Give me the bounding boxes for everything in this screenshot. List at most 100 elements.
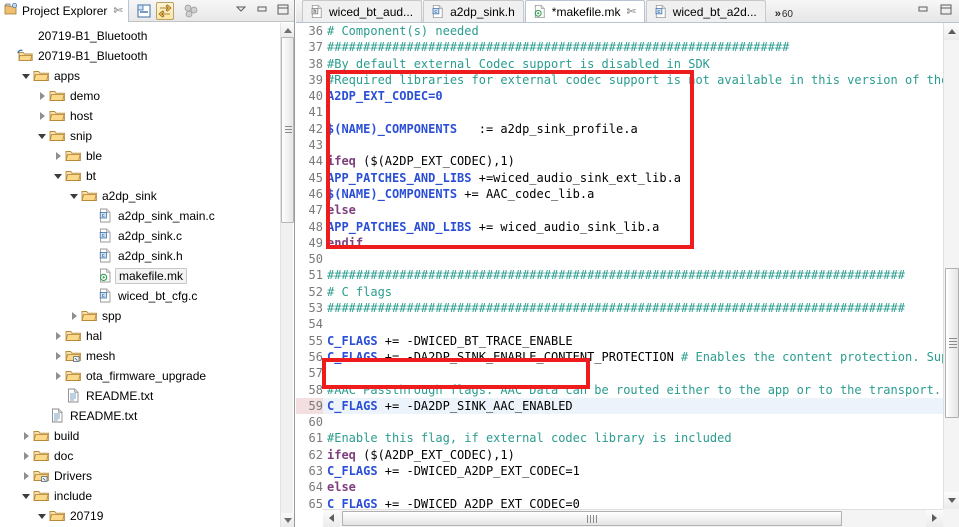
editor-vscroll-thumb[interactable]	[945, 268, 959, 418]
expand-arrow-closed-icon[interactable]	[20, 446, 33, 466]
code-line[interactable]: 64 else	[296, 479, 943, 495]
expand-arrow-closed-icon[interactable]	[68, 306, 81, 326]
code-line[interactable]: 52 # C flags	[296, 284, 943, 300]
expand-arrow-open-icon[interactable]	[36, 506, 49, 526]
expand-arrow-closed-icon[interactable]	[36, 86, 49, 106]
editor-hscroll-thumb[interactable]	[342, 511, 842, 526]
tree-item[interactable]: c a2dp_sink.h	[0, 246, 280, 266]
tree-item[interactable]: snip	[0, 126, 280, 146]
code-line[interactable]: 62 ifeq ($(A2DP_EXT_CODEC),1)	[296, 447, 943, 463]
expand-arrow-open-icon[interactable]	[68, 186, 81, 206]
link-with-editor-icon[interactable]	[155, 1, 174, 20]
code-line[interactable]: 51 ######################################…	[296, 267, 943, 283]
expand-arrow-open-icon[interactable]	[52, 166, 65, 186]
code-line[interactable]: 59 C_FLAGS += -DA2DP_SINK_AAC_ENABLED	[296, 397, 943, 415]
code-line[interactable]: 54	[296, 316, 943, 332]
tab-project-explorer[interactable]: Project Explorer ✄	[0, 0, 129, 22]
code-line[interactable]: 38 #By default external Codec support is …	[296, 56, 943, 72]
code-line[interactable]: 47 else	[296, 202, 943, 218]
tree-item[interactable]: README.txt	[0, 386, 280, 406]
scroll-up-icon[interactable]	[281, 23, 294, 37]
code-line[interactable]: 42 $(NAME)_COMPONENTS := a2dp_sink_profil…	[296, 121, 943, 137]
editor-horizontal-scrollbar[interactable]	[323, 509, 943, 527]
close-icon[interactable]: ✄	[113, 4, 122, 17]
minimize-icon[interactable]	[916, 3, 930, 18]
view-menu-icon[interactable]	[182, 2, 200, 20]
code-line[interactable]: 50	[296, 251, 943, 267]
tree-item-project[interactable]: 20719-B1_Bluetooth	[0, 46, 280, 66]
maximize-icon[interactable]	[276, 3, 290, 18]
collapse-all-icon[interactable]	[135, 2, 153, 20]
scroll-down-icon[interactable]	[944, 492, 959, 509]
scroll-left-icon[interactable]	[323, 510, 340, 527]
code-line[interactable]: 40 A2DP_EXT_CODEC=0	[296, 88, 943, 104]
expand-arrow-closed-icon[interactable]	[20, 466, 33, 486]
tree-item[interactable]: README.txt	[0, 406, 280, 426]
scroll-down-icon[interactable]	[281, 513, 294, 527]
project-tree[interactable]: 20719-B1_Bluetooth 20719-B1_Bluetooth apps…	[0, 23, 280, 527]
tree-item[interactable]: ota_firmware_upgrade	[0, 366, 280, 386]
tree-item[interactable]: spp	[0, 306, 280, 326]
code-line[interactable]: 39 #Required libraries for external codec…	[296, 72, 943, 88]
code-line[interactable]: 60	[296, 414, 943, 430]
tree-item[interactable]: a2dp_sink	[0, 186, 280, 206]
code-line[interactable]: 41	[296, 104, 943, 120]
code-editor[interactable]: 36 # Component(s) needed 37 ###############…	[296, 23, 959, 527]
expand-arrow-open-icon[interactable]	[20, 66, 33, 86]
tree-item[interactable]: include	[0, 486, 280, 506]
code-line[interactable]: 63 C_FLAGS += -DWICED_A2DP_EXT_CODEC=1	[296, 463, 943, 479]
tree-item[interactable]: apps	[0, 66, 280, 86]
code-line[interactable]: 46 $(NAME)_COMPONENTS += AAC_codec_lib.a	[296, 186, 943, 202]
source-lines[interactable]: 36 # Component(s) needed 37 ###############…	[296, 23, 943, 509]
editor-tab-overflow[interactable]: » 60	[775, 8, 793, 20]
editor-vertical-scrollbar[interactable]	[943, 23, 959, 509]
tree-item-project[interactable]: 20719-B1_Bluetooth	[0, 26, 280, 46]
editor-tab[interactable]: *makefile.mk ✄	[524, 0, 645, 22]
code-line[interactable]: 37 ######################################…	[296, 39, 943, 55]
code-line[interactable]: 45 APP_PATCHES_AND_LIBS +=wiced_audio_sin…	[296, 170, 943, 186]
tree-item[interactable]: 20719	[0, 506, 280, 526]
minimize-icon[interactable]	[255, 3, 269, 18]
code-line[interactable]: 43	[296, 137, 943, 153]
tree-item[interactable]: host	[0, 106, 280, 126]
tree-item[interactable]: makefile.mk	[0, 266, 280, 286]
explorer-vertical-scrollbar[interactable]	[280, 23, 294, 527]
tree-item[interactable]: hal	[0, 326, 280, 346]
scroll-right-icon[interactable]	[926, 510, 943, 527]
tree-item[interactable]: c wiced_bt_cfg.c	[0, 286, 280, 306]
explorer-scrollbar-thumb[interactable]	[281, 37, 294, 223]
editor-tab[interactable]: c wiced_bt_a2d...	[645, 0, 766, 22]
expand-arrow-closed-icon[interactable]	[52, 326, 65, 346]
tree-item[interactable]: mesh	[0, 346, 280, 366]
tree-item[interactable]: c a2dp_sink_main.c	[0, 206, 280, 226]
editor-tab[interactable]: c a2dp_sink.h	[423, 0, 524, 22]
scroll-up-icon[interactable]	[944, 23, 959, 40]
tree-item[interactable]: ble	[0, 146, 280, 166]
chevron-down-icon[interactable]	[234, 3, 248, 18]
code-line[interactable]: 48 APP_PATCHES_AND_LIBS += wiced_audio_si…	[296, 219, 943, 235]
expand-arrow-closed-icon[interactable]	[52, 366, 65, 386]
code-line[interactable]: 55 C_FLAGS += -DWICED_BT_TRACE_ENABLE	[296, 333, 943, 349]
expand-arrow-open-icon[interactable]	[36, 126, 49, 146]
code-line[interactable]: 61 #Enable this flag, if external codec l…	[296, 430, 943, 446]
code-line[interactable]: 58 #AAC Passthrough flags. AAC Data can b…	[296, 382, 943, 398]
expand-arrow-closed-icon[interactable]	[52, 146, 65, 166]
tree-item[interactable]: demo	[0, 86, 280, 106]
editor-tab[interactable]: h wiced_bt_aud...	[302, 0, 423, 22]
tree-item[interactable]: bt	[0, 166, 280, 186]
code-line[interactable]: 65 C_FLAGS += -DWICED_A2DP_EXT_CODEC=0	[296, 496, 943, 509]
maximize-icon[interactable]	[939, 3, 953, 18]
tree-item[interactable]: doc	[0, 446, 280, 466]
expand-arrow-closed-icon[interactable]	[52, 346, 65, 366]
close-icon[interactable]: ✄	[626, 5, 635, 18]
code-line[interactable]: 49 endif	[296, 235, 943, 251]
expand-arrow-closed-icon[interactable]	[36, 106, 49, 126]
tree-item[interactable]: Drivers	[0, 466, 280, 486]
tree-item[interactable]: c a2dp_sink.c	[0, 226, 280, 246]
expand-arrow-closed-icon[interactable]	[20, 426, 33, 446]
code-line[interactable]: 56 C_FLAGS += -DA2DP_SINK_ENABLE_CONTENT_…	[296, 349, 943, 365]
expand-arrow-open-icon[interactable]	[20, 486, 33, 506]
code-line[interactable]: 36 # Component(s) needed	[296, 23, 943, 39]
code-line[interactable]: 57	[296, 365, 943, 381]
tree-item[interactable]: build	[0, 426, 280, 446]
